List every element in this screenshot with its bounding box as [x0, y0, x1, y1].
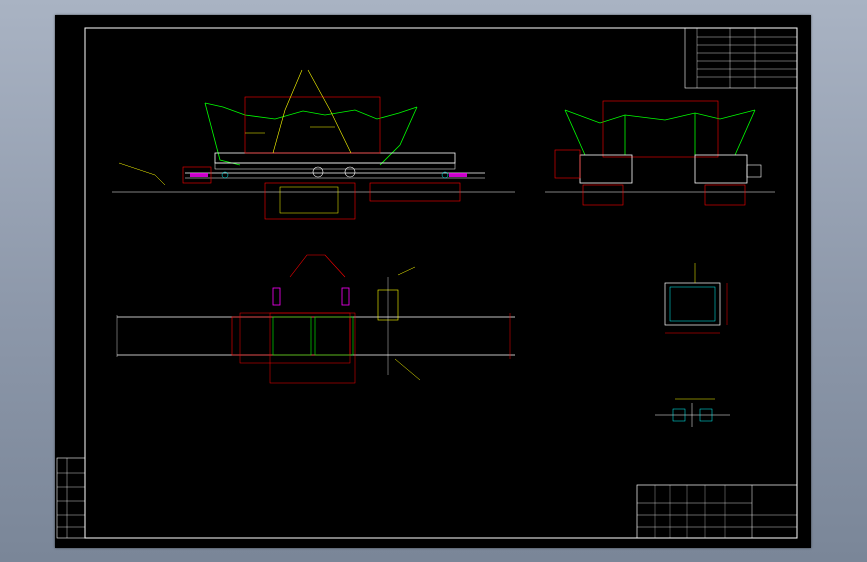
- cad-drawing-canvas: [56, 27, 798, 539]
- detail-view-a: [664, 263, 728, 334]
- top-right-title-block: [684, 27, 798, 89]
- end-view: [545, 100, 775, 206]
- elevation-view: [112, 69, 515, 220]
- detail-view-b: [655, 398, 730, 427]
- cad-viewport[interactable]: [0, 0, 867, 562]
- left-revision-strip: [56, 457, 86, 539]
- plan-view: [116, 254, 515, 384]
- drawing-sheet: [55, 15, 811, 548]
- bottom-right-title-block: [636, 484, 798, 539]
